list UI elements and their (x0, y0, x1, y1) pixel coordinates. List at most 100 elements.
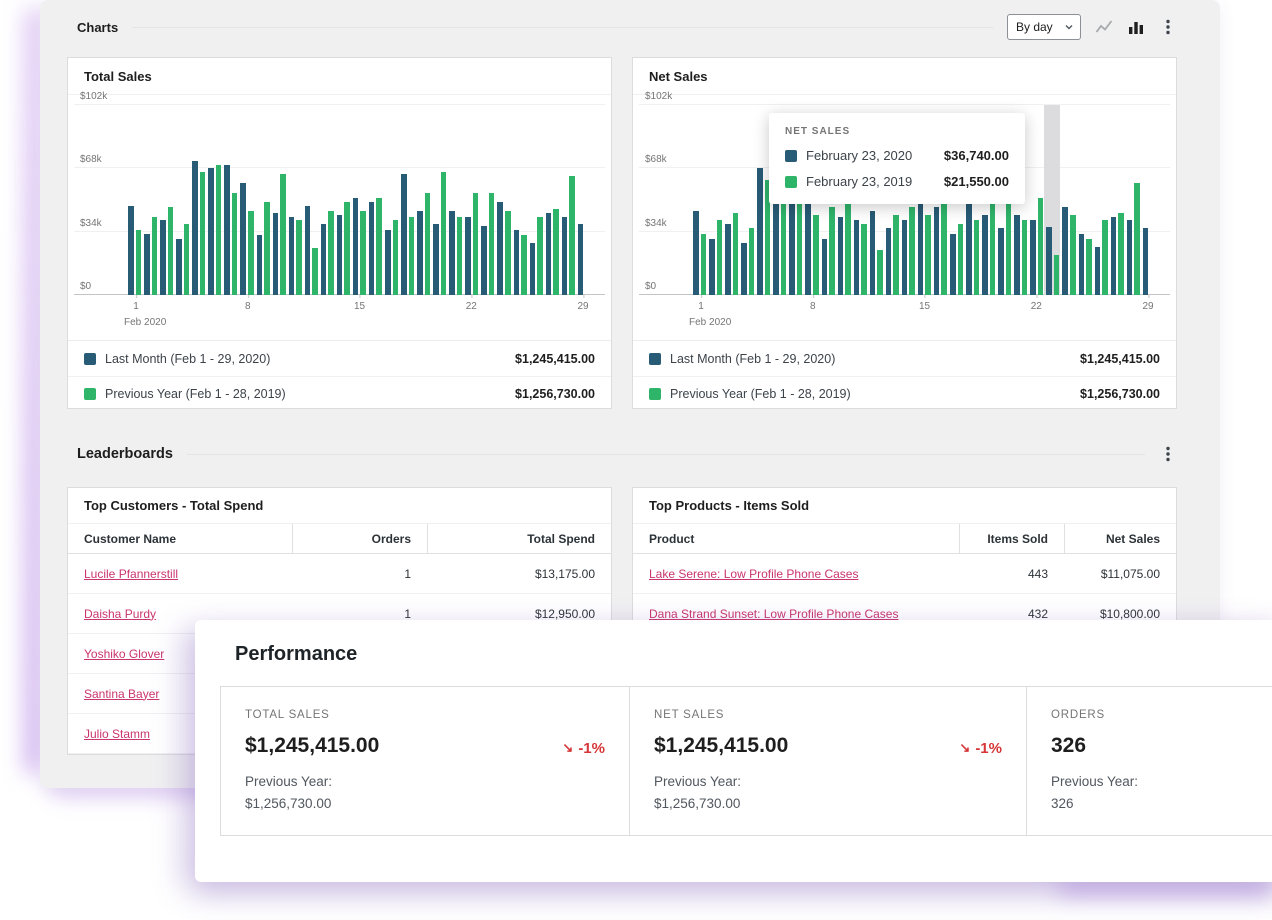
bar-group-day-27[interactable] (546, 105, 559, 295)
series-previous-color-swatch (785, 176, 797, 188)
bar-current-period (289, 217, 295, 295)
bar-group-day-22[interactable] (1030, 105, 1043, 295)
bar-group-day-4[interactable] (741, 105, 754, 295)
bar-group-day-3[interactable] (160, 105, 173, 295)
bar-group-day-7[interactable] (224, 105, 237, 295)
bar-group-day-12[interactable] (305, 105, 318, 295)
bar-group-day-3[interactable] (725, 105, 738, 295)
bar-group-day-29[interactable] (1143, 105, 1156, 295)
bar-current-period (321, 224, 327, 295)
interval-select[interactable]: By day (1007, 14, 1081, 40)
stat-value: $1,245,415.00 (245, 734, 379, 758)
bar-group-day-22[interactable] (465, 105, 478, 295)
bar-current-period (854, 220, 860, 295)
bar-group-day-21[interactable] (449, 105, 462, 295)
bar-group-day-28[interactable] (562, 105, 575, 295)
series-current-color-swatch (649, 353, 661, 365)
change-percent: -1% (578, 740, 605, 757)
bar-current-period (514, 230, 520, 295)
bar-previous-period (958, 224, 964, 295)
bar-group-day-8[interactable] (240, 105, 253, 295)
performance-stat-total-sales[interactable]: TOTAL SALES$1,245,415.00↘-1%Previous Yea… (221, 687, 629, 835)
x-axis-tick-label: 22 (1031, 301, 1042, 312)
bar-group-day-16[interactable] (369, 105, 382, 295)
bar-previous-period (1070, 215, 1076, 295)
bar-group-day-26[interactable] (530, 105, 543, 295)
customer-link[interactable]: Julio Stamm (84, 727, 150, 741)
y-axis-tick-label: $68k (80, 154, 102, 165)
customer-link[interactable]: Santina Bayer (84, 687, 159, 701)
bar-current-period (838, 217, 844, 295)
total-sales-chart-card: Total Sales $0$34k$68k$102k 18152229 Feb… (67, 57, 612, 409)
bar-previous-period (941, 204, 947, 295)
bar-group-day-4[interactable] (176, 105, 189, 295)
bar-group-day-6[interactable] (208, 105, 221, 295)
chart-legend: Last Month (Feb 1 - 29, 2020)$1,245,415.… (633, 340, 1176, 411)
bar-group-day-25[interactable] (1079, 105, 1092, 295)
trend-down-arrow-icon: ↘ (562, 740, 573, 756)
bar-previous-period (441, 172, 447, 295)
column-header-net-sales[interactable]: Net Sales (1064, 524, 1176, 553)
bar-previous-period (312, 248, 318, 295)
bar-current-period (725, 224, 731, 295)
product-link[interactable]: Dana Strand Sunset: Low Profile Phone Ca… (649, 607, 898, 621)
series-previous-color-swatch (649, 388, 661, 400)
bar-group-day-2[interactable] (709, 105, 722, 295)
column-header-total-spend[interactable]: Total Spend (427, 524, 611, 553)
bar-group-day-23[interactable] (1046, 105, 1059, 295)
bar-previous-period (1022, 220, 1028, 295)
bar-group-day-29[interactable] (578, 105, 591, 295)
bar-group-day-9[interactable] (257, 105, 270, 295)
bar-group-day-17[interactable] (385, 105, 398, 295)
previous-label: Previous Year: (245, 771, 605, 793)
x-axis-tick-label: 8 (810, 301, 816, 312)
bar-group-day-15[interactable] (353, 105, 366, 295)
customer-link[interactable]: Daisha Purdy (84, 607, 156, 621)
bar-previous-period (393, 220, 399, 295)
column-header-items-sold[interactable]: Items Sold (959, 524, 1064, 553)
bar-group-day-19[interactable] (417, 105, 430, 295)
bar-group-day-27[interactable] (1111, 105, 1124, 295)
bar-current-period (433, 224, 439, 295)
bar-current-period (1111, 217, 1117, 295)
bar-group-day-1[interactable] (693, 105, 706, 295)
customer-link[interactable]: Yoshiko Glover (84, 647, 164, 661)
legend-item[interactable]: Previous Year (Feb 1 - 28, 2019)$1,256,7… (633, 376, 1176, 411)
performance-stat-orders[interactable]: ORDERS326Previous Year:326 (1026, 687, 1272, 835)
column-header-customer-name[interactable]: Customer Name (68, 524, 292, 553)
bar-group-day-24[interactable] (1062, 105, 1075, 295)
bar-group-day-23[interactable] (481, 105, 494, 295)
series-previous-color-swatch (84, 388, 96, 400)
charts-menu-button[interactable] (1159, 18, 1177, 36)
bar-group-day-5[interactable] (192, 105, 205, 295)
bar-group-day-18[interactable] (401, 105, 414, 295)
product-link[interactable]: Lake Serene: Low Profile Phone Cases (649, 567, 858, 581)
legend-item[interactable]: Last Month (Feb 1 - 29, 2020)$1,245,415.… (68, 341, 611, 376)
bar-group-day-1[interactable] (128, 105, 141, 295)
legend-item[interactable]: Last Month (Feb 1 - 29, 2020)$1,245,415.… (633, 341, 1176, 376)
bar-group-day-10[interactable] (273, 105, 286, 295)
bar-group-day-28[interactable] (1127, 105, 1140, 295)
bar-group-day-13[interactable] (321, 105, 334, 295)
customer-link[interactable]: Lucile Pfannerstill (84, 567, 178, 581)
bar-chart-type-button[interactable] (1127, 18, 1145, 36)
bar-group-day-14[interactable] (337, 105, 350, 295)
bar-group-day-24[interactable] (497, 105, 510, 295)
bar-current-period (822, 239, 828, 295)
name-cell: Lucile Pfannerstill (68, 554, 292, 593)
performance-stat-net-sales[interactable]: NET SALES$1,245,415.00↘-1%Previous Year:… (629, 687, 1026, 835)
bar-group-day-25[interactable] (514, 105, 527, 295)
bar-group-day-11[interactable] (289, 105, 302, 295)
chart-tooltip: NET SALES February 23, 2020 $36,740.00 F… (769, 113, 1025, 204)
line-chart-type-button[interactable] (1095, 18, 1113, 36)
legend-item[interactable]: Previous Year (Feb 1 - 28, 2019)$1,256,7… (68, 376, 611, 411)
leaderboards-menu-button[interactable] (1159, 445, 1177, 463)
bar-group-day-20[interactable] (433, 105, 446, 295)
bar-group-day-2[interactable] (144, 105, 157, 295)
bar-group-day-26[interactable] (1095, 105, 1108, 295)
previous-label: Previous Year: (654, 771, 1002, 793)
bar-current-period (385, 230, 391, 295)
x-axis-tick-label: 15 (919, 301, 930, 312)
column-header-product[interactable]: Product (633, 524, 959, 553)
column-header-orders[interactable]: Orders (292, 524, 427, 553)
